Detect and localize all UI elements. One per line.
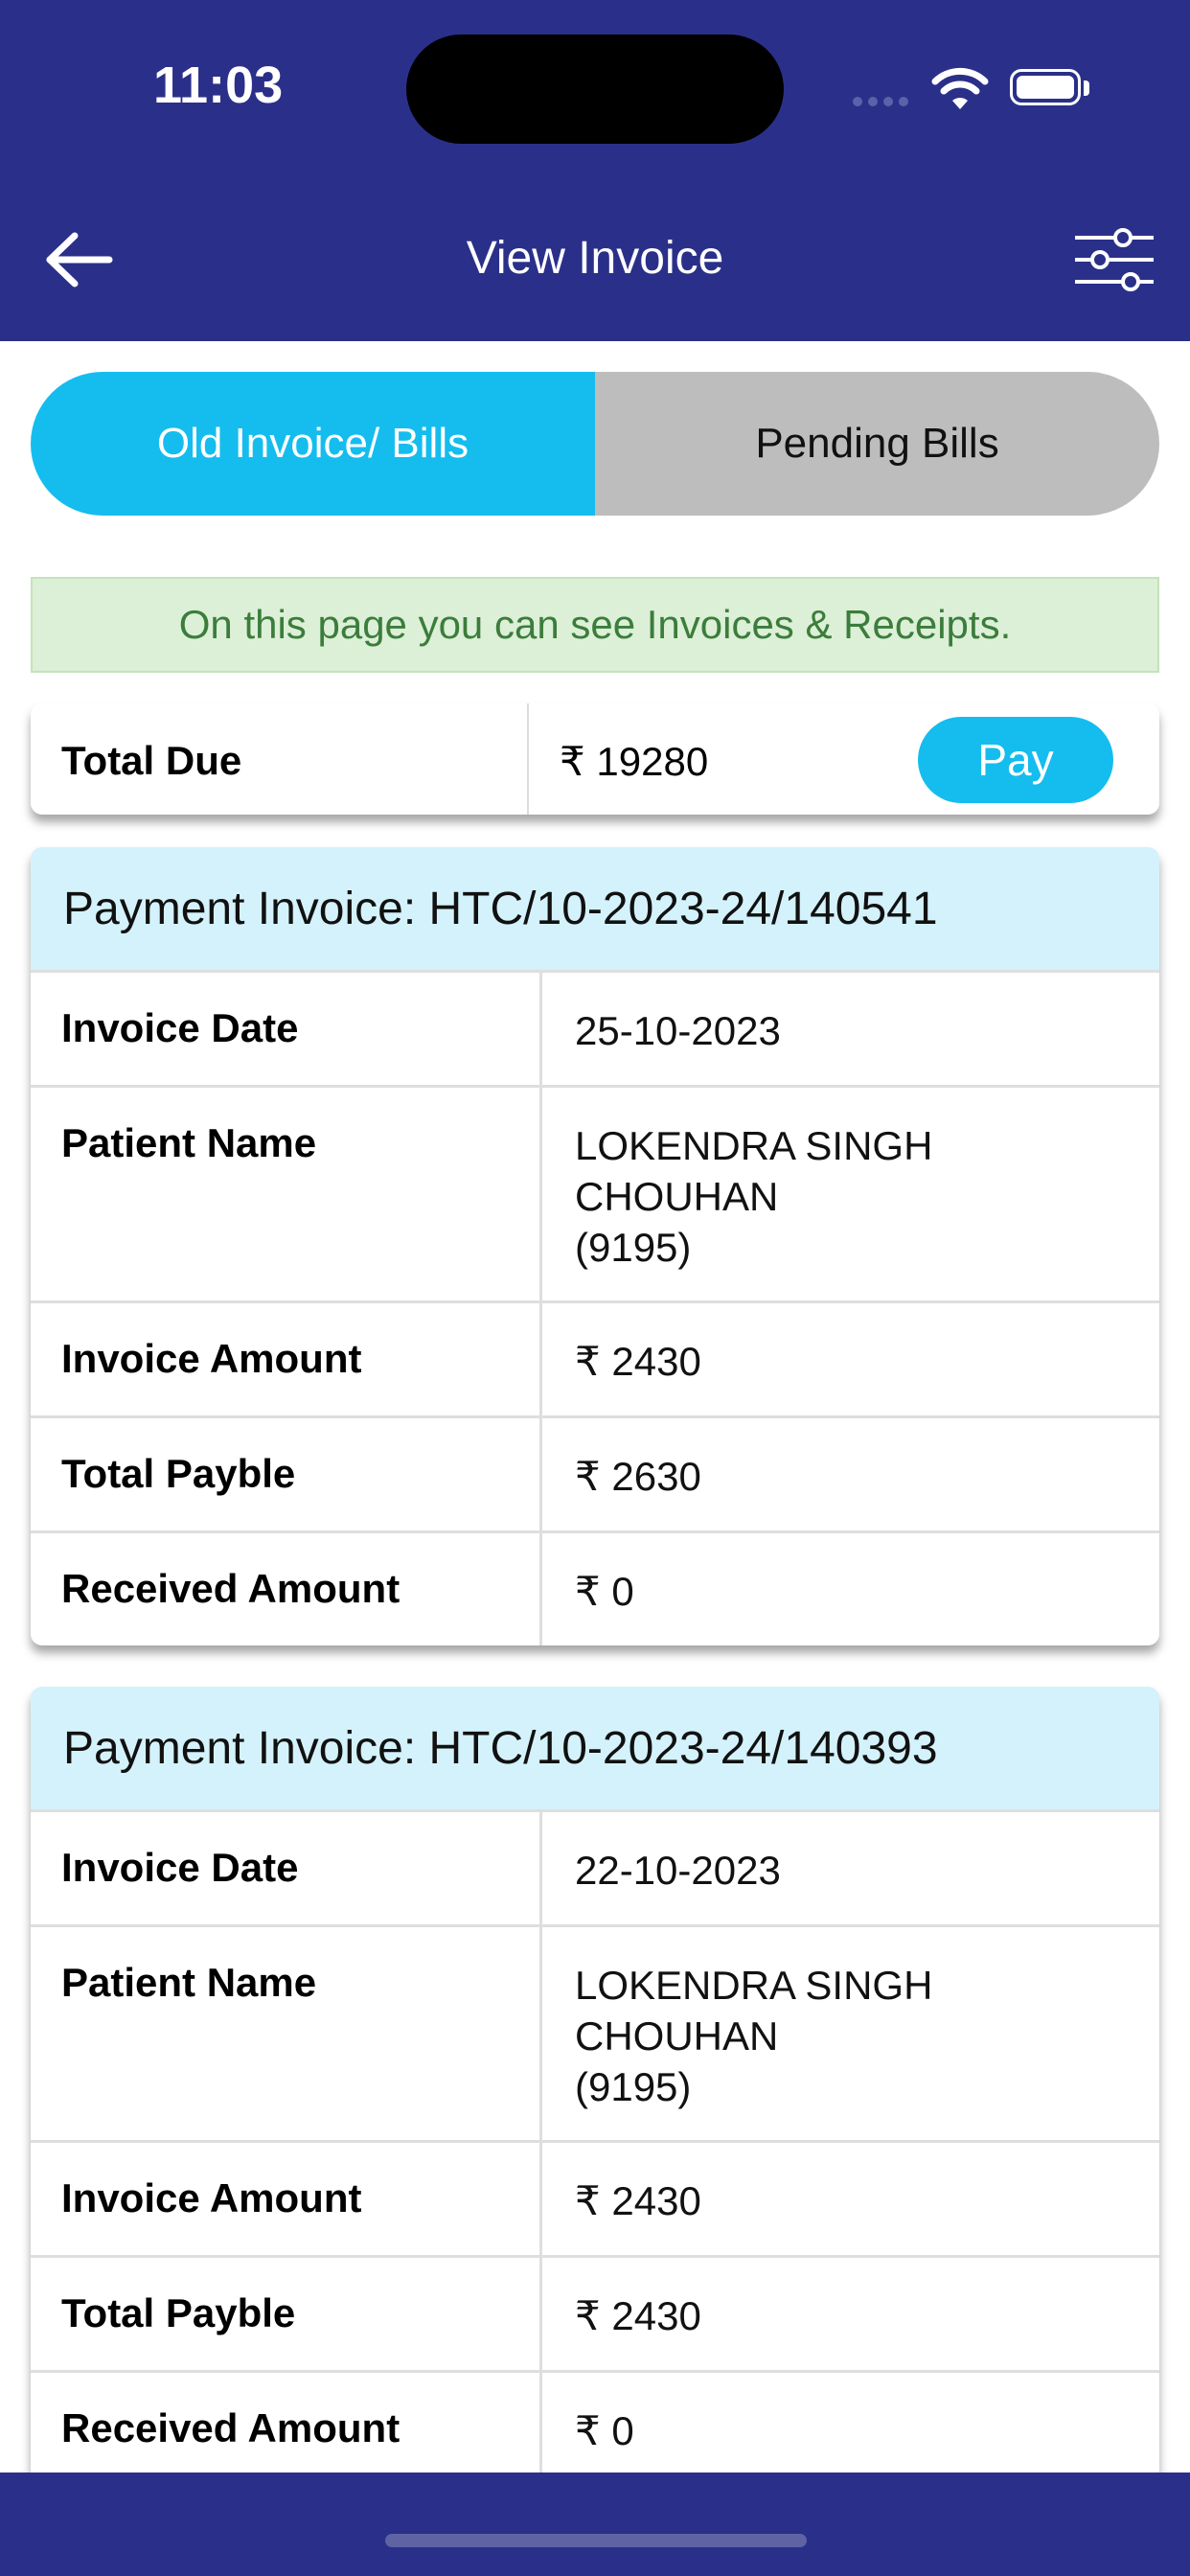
divider bbox=[527, 703, 529, 815]
total-due-card: Total Due ₹ 19280 Pay bbox=[31, 703, 1159, 815]
table-row: Total Payble ₹ 2430 bbox=[31, 2255, 1159, 2370]
total-payable-label: Total Payble bbox=[31, 1418, 542, 1530]
total-due-amount: ₹ 19280 bbox=[560, 739, 709, 784]
invoice-amount-value: ₹ 2430 bbox=[575, 1339, 701, 1384]
invoice-date-label: Invoice Date bbox=[31, 1812, 542, 1924]
total-payable-label: Total Payble bbox=[31, 2258, 542, 2370]
patient-name-label: Patient Name bbox=[31, 1927, 542, 2140]
received-amount-value: ₹ 0 bbox=[575, 2408, 634, 2453]
patient-id: (9195) bbox=[575, 1225, 692, 1270]
table-row: Invoice Date 25-10-2023 bbox=[31, 970, 1159, 1085]
patient-name-line: CHOUHAN bbox=[575, 2013, 779, 2058]
invoice-amount-value: ₹ 2430 bbox=[575, 2178, 701, 2223]
table-row: Invoice Amount ₹ 2430 bbox=[31, 1300, 1159, 1415]
table-row: Patient Name LOKENDRA SINGH CHOUHAN (919… bbox=[31, 1924, 1159, 2140]
info-banner: On this page you can see Invoices & Rece… bbox=[31, 577, 1159, 673]
invoice-date-value: 22-10-2023 bbox=[575, 1848, 781, 1893]
invoice-amount-label: Invoice Amount bbox=[31, 1303, 542, 1415]
table-row: Invoice Date 22-10-2023 bbox=[31, 1809, 1159, 1924]
page-title: View Invoice bbox=[466, 233, 724, 284]
patient-name-line: CHOUHAN bbox=[575, 1174, 779, 1219]
invoice-title: Payment Invoice: HTC/10-2023-24/140541 bbox=[31, 847, 1159, 970]
patient-id: (9195) bbox=[575, 2064, 692, 2109]
invoice-date-value: 25-10-2023 bbox=[575, 1008, 781, 1053]
patient-name-line: LOKENDRA SINGH bbox=[575, 1963, 933, 2008]
patient-name-value: LOKENDRA SINGH CHOUHAN (9195) bbox=[542, 1088, 1159, 1300]
patient-name-line: LOKENDRA SINGH bbox=[575, 1123, 933, 1168]
wifi-icon bbox=[931, 67, 989, 109]
table-row: Invoice Amount ₹ 2430 bbox=[31, 2140, 1159, 2255]
table-row: Total Payble ₹ 2630 bbox=[31, 1415, 1159, 1530]
table-row: Patient Name LOKENDRA SINGH CHOUHAN (919… bbox=[31, 1085, 1159, 1300]
table-row: Received Amount ₹ 0 bbox=[31, 2370, 1159, 2472]
status-time: 11:03 bbox=[153, 57, 284, 114]
battery-icon bbox=[1010, 69, 1081, 105]
total-due-label: Total Due bbox=[61, 738, 242, 783]
patient-name-value: LOKENDRA SINGH CHOUHAN (9195) bbox=[542, 1927, 1159, 2140]
received-amount-value: ₹ 0 bbox=[575, 1569, 634, 1614]
home-indicator[interactable] bbox=[385, 2534, 807, 2547]
invoice-title: Payment Invoice: HTC/10-2023-24/140393 bbox=[31, 1687, 1159, 1809]
invoice-amount-label: Invoice Amount bbox=[31, 2143, 542, 2255]
patient-name-label: Patient Name bbox=[31, 1088, 542, 1300]
invoice-tabs: Old Invoice/ Bills Pending Bills bbox=[31, 372, 1159, 516]
bottom-bar bbox=[0, 2472, 1190, 2576]
pay-button[interactable]: Pay bbox=[918, 717, 1113, 803]
invoice-card[interactable]: Payment Invoice: HTC/10-2023-24/140541 I… bbox=[31, 847, 1159, 1645]
received-amount-label: Received Amount bbox=[31, 2373, 542, 2472]
total-payable-value: ₹ 2630 bbox=[575, 1454, 701, 1499]
filter-sliders-icon[interactable] bbox=[1071, 226, 1157, 293]
battery-cap bbox=[1084, 80, 1089, 96]
tab-old-invoice-bills[interactable]: Old Invoice/ Bills bbox=[31, 372, 595, 516]
cellular-signal-icon bbox=[853, 94, 914, 111]
invoice-card[interactable]: Payment Invoice: HTC/10-2023-24/140393 I… bbox=[31, 1687, 1159, 2472]
total-payable-value: ₹ 2430 bbox=[575, 2293, 701, 2338]
dynamic-island bbox=[406, 34, 784, 144]
table-row: Received Amount ₹ 0 bbox=[31, 1530, 1159, 1645]
received-amount-label: Received Amount bbox=[31, 1533, 542, 1645]
tab-pending-bills[interactable]: Pending Bills bbox=[595, 372, 1159, 516]
invoice-date-label: Invoice Date bbox=[31, 973, 542, 1085]
